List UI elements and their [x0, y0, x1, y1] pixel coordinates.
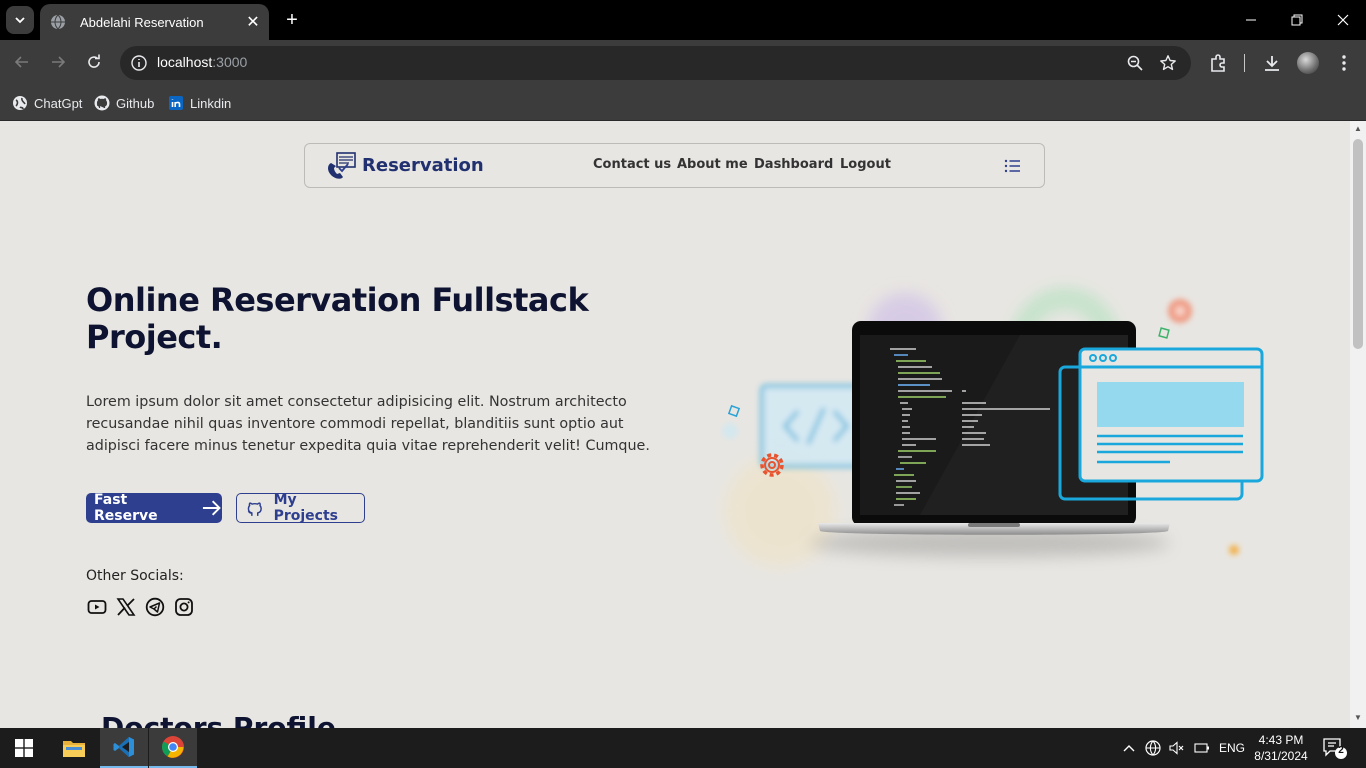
- telegram-link[interactable]: [144, 596, 166, 618]
- url-text: localhost:3000: [157, 54, 247, 70]
- github-icon: [247, 502, 262, 516]
- nav-about-me[interactable]: About me: [677, 157, 748, 172]
- star-icon[interactable]: [1159, 54, 1177, 72]
- instagram-icon: [175, 598, 193, 616]
- extensions-button[interactable]: [1206, 51, 1230, 75]
- arrow-right-icon: [202, 500, 221, 516]
- nav-dashboard[interactable]: Dashboard: [754, 157, 833, 172]
- scroll-thumb[interactable]: [1353, 139, 1363, 349]
- more-vert-icon: [1342, 55, 1346, 71]
- restore-icon: [1291, 14, 1303, 26]
- chrome-menu-button[interactable]: [1332, 51, 1356, 75]
- page-scrollbar[interactable]: ▲ ▼: [1350, 121, 1366, 728]
- forward-button[interactable]: [44, 48, 72, 76]
- zoom-icon[interactable]: [1126, 54, 1144, 72]
- linkedin-icon: [168, 95, 184, 111]
- minimize-icon: [1246, 19, 1256, 21]
- vscode-icon: [113, 737, 134, 757]
- arrow-right-icon: [52, 56, 66, 68]
- network-globe-icon[interactable]: [1144, 738, 1162, 758]
- close-tab-icon[interactable]: ✕: [241, 10, 265, 34]
- scroll-up-arrow-icon[interactable]: ▲: [1354, 125, 1362, 133]
- bookmark-label: Github: [116, 95, 155, 111]
- site-navbar: Reservation Contact us About me Dashboar…: [304, 143, 1045, 188]
- fast-reserve-button[interactable]: Fast Reserve: [86, 492, 222, 524]
- instagram-link[interactable]: [173, 596, 195, 618]
- globe-icon: [50, 14, 66, 30]
- toolbar-divider: [1244, 54, 1245, 72]
- chrome-icon: [162, 736, 184, 758]
- nav-logout[interactable]: Logout: [840, 157, 891, 172]
- volume-muted-icon[interactable]: [1167, 738, 1185, 758]
- vscode-taskbar[interactable]: [100, 728, 148, 768]
- windows-logo-icon: [15, 739, 33, 757]
- hero-title: Online Reservation Fullstack Project.: [86, 281, 589, 356]
- other-socials-label: Other Socials:: [86, 568, 184, 584]
- bookmark-github[interactable]: Github: [94, 92, 154, 114]
- downloads-button[interactable]: [1260, 51, 1284, 75]
- bookmark-chatgpt[interactable]: ChatGpt: [12, 92, 82, 114]
- brand-name[interactable]: Reservation: [362, 155, 484, 176]
- tab-search-button[interactable]: [6, 6, 34, 34]
- doctors-profile-heading: Doctors Profile: [101, 711, 336, 728]
- fast-reserve-label: Fast Reserve: [94, 492, 158, 524]
- back-button[interactable]: [8, 48, 36, 76]
- tray-overflow-icon[interactable]: [1120, 738, 1138, 758]
- clock-date: 8/31/2024: [1254, 749, 1308, 763]
- start-button[interactable]: [0, 728, 48, 768]
- youtube-link[interactable]: [86, 596, 108, 618]
- bookmarks-bar: ChatGpt Github Linkdin: [0, 85, 1366, 121]
- close-window-button[interactable]: [1320, 0, 1366, 40]
- bookmark-linkedin[interactable]: Linkdin: [168, 92, 231, 114]
- close-icon: [1337, 14, 1349, 26]
- x-link[interactable]: [115, 596, 137, 618]
- hero-description: Lorem ipsum dolor sit amet consectetur a…: [86, 394, 650, 454]
- x-icon: [116, 598, 136, 616]
- my-projects-label: My Projects: [273, 492, 338, 524]
- folder-icon: [63, 741, 85, 757]
- battery-icon[interactable]: [1193, 738, 1211, 758]
- youtube-icon: [87, 600, 107, 614]
- notification-center-button[interactable]: 2: [1322, 736, 1348, 760]
- address-bar[interactable]: localhost:3000: [120, 46, 1191, 80]
- list-menu-icon[interactable]: [1003, 156, 1023, 176]
- puzzle-icon: [1211, 54, 1225, 72]
- new-tab-button[interactable]: +: [280, 8, 304, 32]
- url-port: :3000: [212, 54, 248, 70]
- chrome-taskbar[interactable]: [149, 728, 197, 768]
- github-icon: [94, 95, 110, 111]
- restore-button[interactable]: [1274, 0, 1320, 40]
- browser-tab[interactable]: Abdelahi Reservation ✕: [40, 4, 269, 40]
- system-clock[interactable]: 4:43 PM 8/31/2024: [1244, 732, 1318, 764]
- profile-avatar[interactable]: [1297, 52, 1319, 74]
- reload-button[interactable]: [80, 48, 108, 76]
- arrow-left-icon: [14, 56, 28, 68]
- laptop-code-illustration: [722, 288, 1264, 566]
- nav-contact-us[interactable]: Contact us: [593, 157, 671, 172]
- my-projects-button[interactable]: My Projects: [236, 492, 365, 524]
- tab-strip: Abdelahi Reservation ✕ +: [0, 0, 1366, 40]
- bookmark-label: Linkdin: [190, 95, 232, 111]
- url-host: localhost: [157, 54, 213, 70]
- page-viewport: Reservation Contact us About me Dashboar…: [0, 121, 1350, 728]
- minimize-button[interactable]: [1228, 0, 1274, 40]
- windows-taskbar: ENG 4:43 PM 8/31/2024 2: [0, 728, 1366, 768]
- download-icon: [1265, 56, 1279, 71]
- telegram-icon: [145, 597, 165, 617]
- file-explorer-taskbar[interactable]: [50, 728, 98, 768]
- notification-count: 2: [1338, 745, 1344, 756]
- globe-icon: [12, 95, 28, 111]
- scroll-down-arrow-icon[interactable]: ▼: [1354, 714, 1362, 722]
- reservation-logo-icon[interactable]: [325, 151, 357, 181]
- input-language[interactable]: ENG: [1219, 741, 1245, 755]
- tab-title: Abdelahi Reservation: [80, 14, 204, 30]
- reload-icon: [88, 54, 100, 68]
- bookmark-label: ChatGpt: [34, 95, 83, 111]
- chevron-down-icon: [15, 17, 25, 24]
- clock-time: 4:43 PM: [1258, 733, 1304, 747]
- info-icon[interactable]: [130, 54, 148, 72]
